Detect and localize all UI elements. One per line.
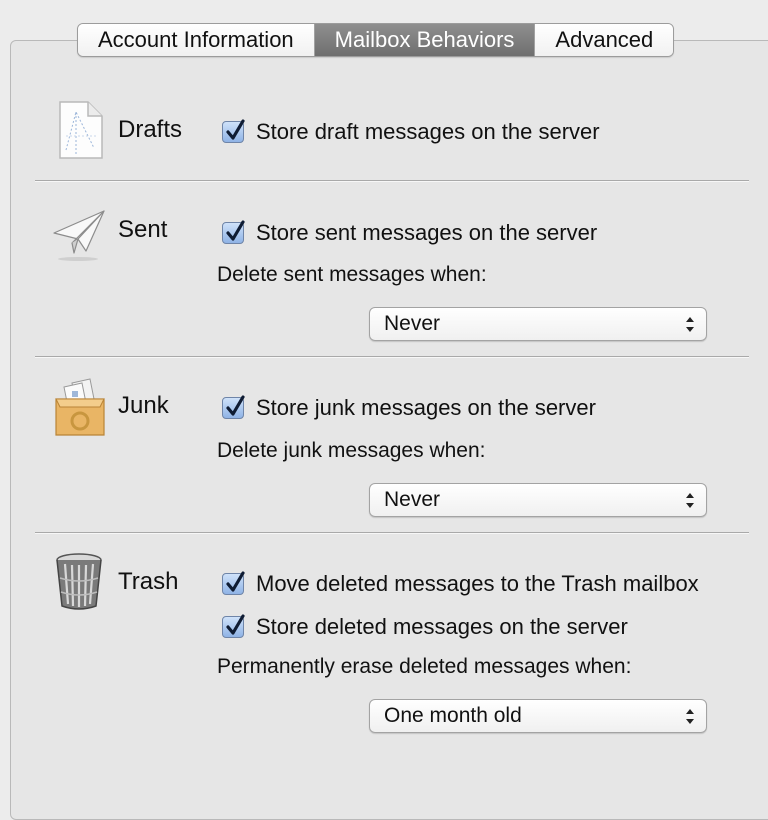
trash-can-icon (56, 553, 102, 610)
trash-erase-label: Permanently erase deleted messages when: (217, 655, 632, 678)
junk-box-icon (55, 378, 105, 436)
trash-title: Trash (118, 568, 179, 595)
sent-delete-select[interactable]: Never (369, 307, 707, 341)
drafts-store-row[interactable]: Store draft messages on the server (222, 118, 600, 146)
trash-store-label: Store deleted messages on the server (256, 614, 628, 639)
divider (35, 532, 749, 533)
tab-advanced[interactable]: Advanced (535, 24, 674, 56)
drafts-document-icon (59, 101, 103, 159)
trash-erase-select[interactable]: One month old (369, 699, 707, 733)
checkmark-icon (226, 220, 245, 241)
drafts-store-label: Store draft messages on the server (256, 119, 600, 144)
divider (35, 356, 749, 357)
trash-erase-value: One month old (384, 704, 522, 727)
trash-move-label: Move deleted messages to the Trash mailb… (256, 571, 699, 596)
checkmark-icon (226, 395, 245, 416)
junk-store-row[interactable]: Store junk messages on the server (222, 394, 596, 422)
tab-mailbox-behaviors[interactable]: Mailbox Behaviors (314, 24, 536, 56)
junk-store-label: Store junk messages on the server (256, 395, 596, 420)
junk-delete-select[interactable]: Never (369, 483, 707, 517)
tab-account-information[interactable]: Account Information (78, 24, 315, 56)
drafts-title: Drafts (118, 116, 183, 143)
trash-store-row[interactable]: Store deleted messages on the server (222, 613, 628, 641)
trash-move-checkbox[interactable] (222, 571, 245, 595)
divider (35, 180, 749, 181)
paper-plane-icon (53, 210, 105, 261)
drafts-store-checkbox[interactable] (222, 119, 245, 143)
junk-title: Junk (118, 392, 169, 419)
checkmark-icon (226, 614, 245, 635)
sent-title: Sent (118, 216, 168, 243)
updown-arrows-icon (686, 317, 694, 332)
sent-delete-value: Never (384, 312, 441, 335)
updown-arrows-icon (686, 709, 694, 724)
checkmark-icon (226, 119, 245, 140)
trash-move-row[interactable]: Move deleted messages to the Trash mailb… (222, 570, 699, 598)
junk-delete-label: Delete junk messages when: (217, 439, 486, 462)
segmented-tabs: Account Information Mailbox Behaviors Ad… (77, 23, 675, 57)
sent-store-label: Store sent messages on the server (256, 220, 598, 245)
updown-arrows-icon (686, 493, 694, 508)
checkmark-icon (226, 571, 245, 592)
sent-store-row[interactable]: Store sent messages on the server (222, 219, 597, 247)
junk-delete-value: Never (384, 488, 441, 511)
sent-delete-label: Delete sent messages when: (217, 263, 487, 286)
sent-store-checkbox[interactable] (222, 220, 245, 244)
trash-store-checkbox[interactable] (222, 614, 245, 638)
junk-store-checkbox[interactable] (222, 395, 245, 419)
